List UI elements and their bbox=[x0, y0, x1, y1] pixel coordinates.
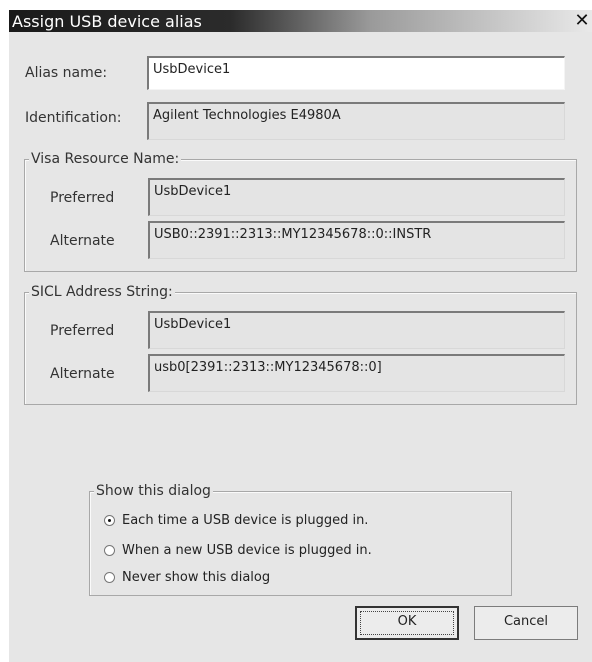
sicl-alternate-label: Alternate bbox=[50, 366, 115, 382]
ok-button[interactable]: OK bbox=[355, 606, 459, 640]
radio-label-each-time: Each time a USB device is plugged in. bbox=[122, 512, 369, 528]
radio-button-icon[interactable] bbox=[104, 571, 115, 583]
visa-preferred-field: UsbDevice1 bbox=[148, 178, 565, 216]
sicl-preferred-field: UsbDevice1 bbox=[148, 311, 565, 349]
radio-button-icon[interactable] bbox=[104, 544, 115, 556]
visa-preferred-label: Preferred bbox=[50, 190, 115, 206]
cancel-button[interactable]: Cancel bbox=[474, 606, 578, 640]
ok-button-label: OK bbox=[360, 611, 454, 635]
sicl-address-legend: SICL Address String: bbox=[29, 284, 175, 300]
radio-label-new-device: When a new USB device is plugged in. bbox=[122, 542, 372, 558]
visa-resource-group: Visa Resource Name: Preferred UsbDevice1… bbox=[24, 151, 577, 272]
close-icon[interactable]: ✕ bbox=[573, 10, 591, 32]
sicl-address-group: SICL Address String: Preferred UsbDevice… bbox=[24, 284, 577, 405]
radio-label-never: Never show this dialog bbox=[122, 569, 271, 585]
visa-alternate-label: Alternate bbox=[50, 233, 115, 249]
alias-name-input[interactable]: UsbDevice1 bbox=[147, 56, 565, 90]
visa-alternate-field: USB0::2391::2313::MY12345678::0::INSTR bbox=[148, 221, 565, 259]
radio-button-checked-icon[interactable] bbox=[104, 514, 115, 526]
assign-usb-alias-dialog: Assign USB device alias ✕ Alias name: Us… bbox=[9, 10, 592, 662]
visa-resource-legend: Visa Resource Name: bbox=[29, 151, 182, 167]
show-dialog-legend: Show this dialog bbox=[94, 483, 213, 499]
identification-field: Agilent Technologies E4980A bbox=[147, 102, 565, 140]
sicl-preferred-label: Preferred bbox=[50, 323, 115, 339]
radio-option-each-time[interactable]: Each time a USB device is plugged in. bbox=[104, 511, 368, 529]
alias-name-label: Alias name: bbox=[25, 65, 108, 81]
radio-option-never[interactable]: Never show this dialog bbox=[104, 568, 270, 586]
show-dialog-group: Show this dialog Each time a USB device … bbox=[89, 483, 512, 596]
identification-label: Identification: bbox=[25, 110, 122, 126]
title-bar[interactable]: Assign USB device alias ✕ bbox=[9, 10, 592, 32]
sicl-alternate-field: usb0[2391::2313::MY12345678::0] bbox=[148, 354, 565, 392]
radio-option-new-device[interactable]: When a new USB device is plugged in. bbox=[104, 541, 372, 559]
window-title: Assign USB device alias bbox=[12, 12, 202, 31]
